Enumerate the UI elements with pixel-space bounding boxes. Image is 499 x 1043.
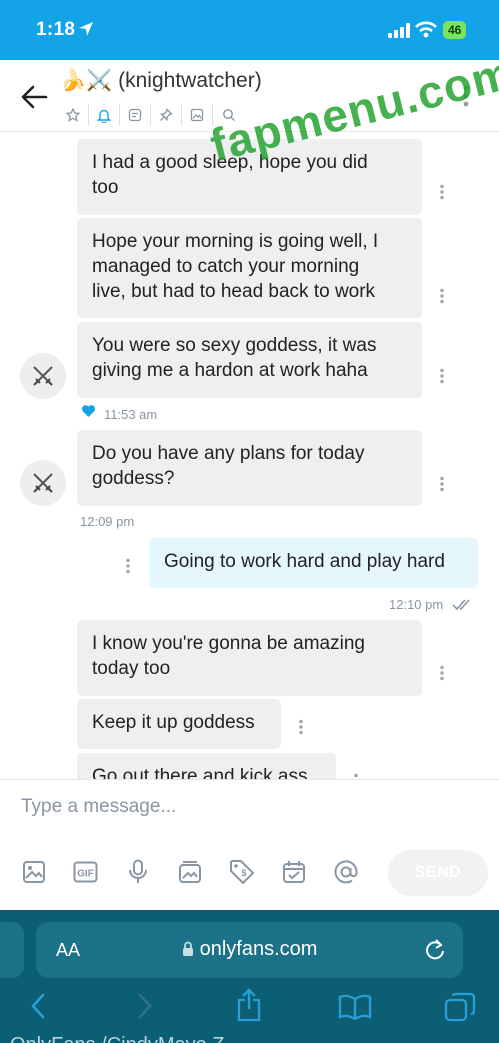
network-battery-badge: 46 [443, 21, 467, 39]
message-note-icon[interactable] [120, 104, 151, 126]
incoming-message: Hope your morning is going well, I manag… [77, 218, 422, 318]
location-arrow-icon [79, 22, 93, 36]
chat-header: 🍌⚔️ (knightwatcher) [0, 60, 499, 132]
message-composer: GIF $ SEND [0, 779, 499, 910]
avatar[interactable] [20, 460, 66, 506]
incoming-message: Do you have any plans for today goddess? [77, 430, 422, 506]
back-chevron-icon[interactable] [29, 992, 47, 1020]
message-text: Going to work hard and play hard [164, 551, 445, 572]
incoming-message: You were so sexy goddess, it was giving … [77, 322, 422, 398]
message-text: Hope your morning is going well, I [92, 231, 379, 252]
schedule-calendar-icon[interactable] [280, 858, 307, 885]
message-text: I had a good sleep, hope you did [92, 152, 368, 173]
message-options-icon[interactable] [298, 719, 304, 735]
mention-icon[interactable] [332, 858, 359, 885]
reload-icon[interactable] [424, 937, 446, 961]
message-list[interactable]: I had a good sleep, hope you did too Hop… [0, 132, 499, 779]
star-icon[interactable] [58, 104, 89, 126]
message-options-icon[interactable] [439, 665, 445, 681]
send-button[interactable]: SEND [388, 850, 488, 896]
svg-text:$: $ [241, 868, 246, 878]
message-options-icon[interactable] [439, 184, 445, 200]
message-text: too [92, 177, 119, 198]
microphone-icon[interactable] [124, 858, 151, 885]
header-toolbar [58, 104, 244, 126]
wifi-icon [415, 21, 437, 38]
message-text: Keep it up goddess [92, 712, 255, 733]
message-text: Do you have any plans for today [92, 443, 365, 464]
message-options-icon[interactable] [439, 476, 445, 492]
incoming-message: I had a good sleep, hope you did too [77, 139, 422, 215]
chat-title[interactable]: 🍌⚔️ (knightwatcher) [60, 69, 262, 93]
message-text: Go out there and kick ass [92, 766, 308, 779]
gif-icon[interactable]: GIF [72, 858, 99, 885]
share-icon[interactable] [236, 988, 262, 1022]
message-text: live, but had to head back to work [92, 281, 376, 302]
message-text: managed to catch your morning [92, 256, 360, 277]
cell-signal-icon [388, 23, 410, 38]
message-text: goddess? [92, 468, 175, 489]
message-options-icon[interactable] [125, 558, 131, 574]
message-options-icon[interactable] [439, 288, 445, 304]
page-content-fragment: OnlyFans /CindyMayo Z [10, 1034, 225, 1043]
message-text: today too [92, 658, 171, 679]
avatar[interactable] [20, 353, 66, 399]
vault-media-icon[interactable] [176, 858, 203, 885]
status-bar: 1:18 46 [0, 0, 499, 60]
message-text: giving me a hardon at work haha [92, 360, 368, 381]
previous-tab-edge[interactable] [0, 922, 24, 978]
message-timestamp: 11:53 am [104, 407, 158, 422]
incoming-message: Keep it up goddess [77, 699, 281, 749]
incoming-message: Go out there and kick ass [77, 753, 336, 779]
message-text: You were so sexy goddess, it was [92, 335, 377, 356]
crossed-swords-icon [33, 473, 53, 493]
crossed-swords-icon [33, 366, 53, 386]
outgoing-message: Going to work hard and play hard [149, 538, 478, 588]
address-bar[interactable]: AA onlyfans.com [36, 922, 463, 978]
url-text-wrap: onlyfans.com [36, 938, 463, 961]
tabs-icon[interactable] [444, 992, 476, 1022]
lock-icon [182, 941, 193, 956]
incoming-message: I know you're gonna be amazing today too [77, 620, 422, 696]
message-timestamp: 12:09 pm [80, 514, 135, 529]
double-check-icon [452, 599, 470, 611]
more-options-icon[interactable] [462, 84, 470, 108]
forward-chevron-icon[interactable] [136, 992, 154, 1020]
message-text: I know you're gonna be amazing [92, 633, 365, 654]
bookmarks-icon[interactable] [338, 994, 372, 1020]
price-tag-icon[interactable]: $ [228, 858, 255, 885]
status-time: 1:18 [36, 19, 76, 40]
search-icon[interactable] [213, 104, 244, 126]
notification-bell-icon[interactable] [89, 104, 120, 126]
message-timestamp: 12:10 pm [389, 597, 444, 612]
message-options-icon[interactable] [439, 368, 445, 384]
browser-toolbar: AA onlyfans.com OnlyFans /CindyMayo Z [0, 910, 499, 1043]
pin-icon[interactable] [151, 104, 182, 126]
message-input[interactable] [21, 796, 461, 818]
heart-liked-icon[interactable] [81, 404, 96, 418]
media-gallery-icon[interactable] [182, 104, 213, 126]
url-text: onlyfans.com [199, 938, 318, 960]
back-arrow-icon[interactable] [20, 84, 48, 110]
composer-toolbar: GIF $ [20, 858, 359, 885]
image-upload-icon[interactable] [20, 858, 47, 885]
svg-text:GIF: GIF [77, 868, 94, 879]
